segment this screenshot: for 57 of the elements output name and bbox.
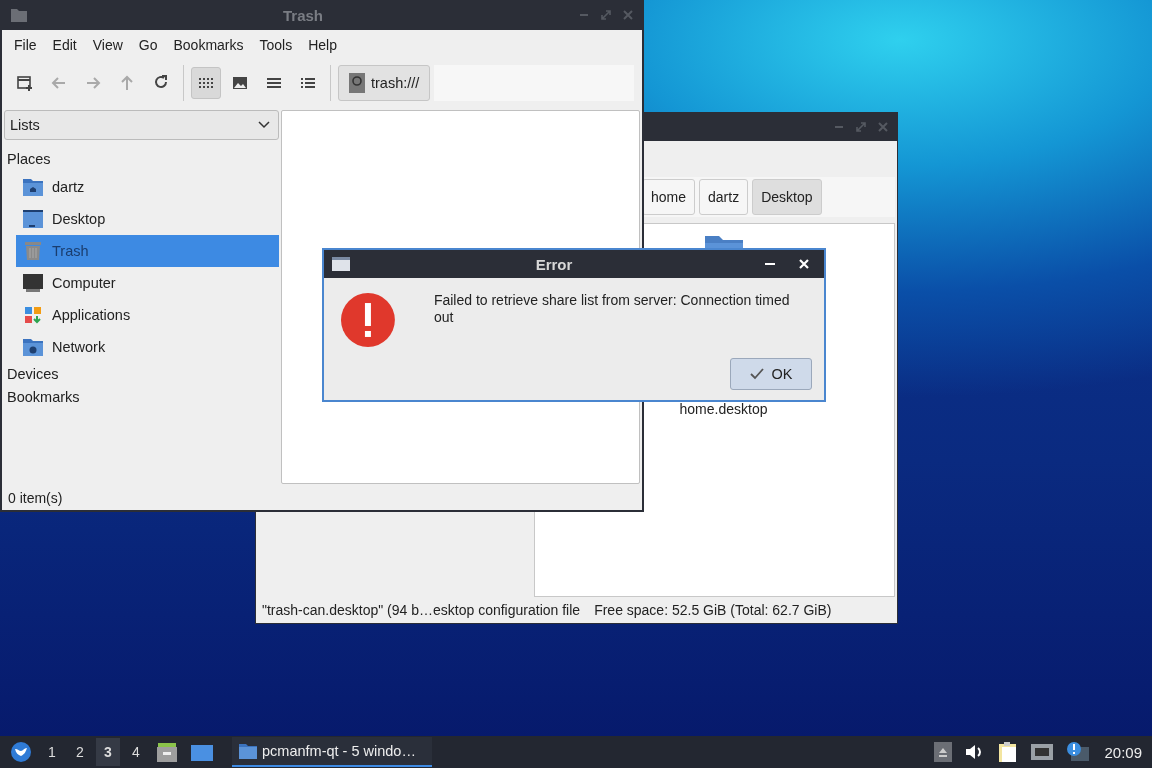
applications-icon — [22, 305, 44, 325]
folder-icon — [238, 742, 258, 760]
place-item[interactable]: Desktop — [16, 203, 279, 235]
error-icon — [340, 292, 396, 348]
path-button[interactable]: Desktop — [752, 179, 822, 215]
path-button[interactable]: dartz — [699, 179, 749, 215]
chevron-down-icon — [258, 121, 270, 129]
trash-icon — [22, 241, 44, 261]
thumbnails-view-icon — [231, 74, 249, 92]
menu-item[interactable]: Go — [130, 37, 166, 53]
menu-item[interactable]: File — [6, 37, 45, 53]
desktop-icon — [22, 209, 44, 229]
section-header[interactable]: Places — [4, 148, 279, 171]
dialog-title: Error — [534, 255, 574, 273]
side-pane-dropdown[interactable]: Lists — [4, 110, 279, 140]
location-icon — [349, 73, 365, 93]
workspace-button[interactable]: 4 — [124, 738, 148, 766]
ok-button[interactable]: OK — [730, 358, 812, 390]
status-text: Free space: 52.5 GiB (Total: 62.7 GiB) — [594, 602, 832, 618]
path-button[interactable]: home — [642, 179, 696, 215]
eject-icon[interactable] — [934, 742, 953, 762]
taskbar-window-button[interactable]: pcmanfm-qt - 5 windo… — [232, 737, 432, 767]
workspace-button[interactable]: 2 — [68, 738, 92, 766]
icons-view-button[interactable] — [191, 67, 221, 99]
new-tab-icon — [16, 74, 34, 92]
window-icon — [332, 257, 350, 271]
menu-item[interactable]: Bookmarks — [165, 37, 252, 53]
error-message: Failed to retrieve share list from server: Connection timed out — [433, 292, 791, 327]
status-text: 0 item(s) — [8, 490, 63, 506]
workspace-button[interactable]: 1 — [40, 738, 64, 766]
file-name[interactable]: home.desktop — [679, 401, 768, 417]
menu-item[interactable]: Tools — [251, 37, 301, 53]
place-item[interactable]: dartz — [16, 171, 279, 203]
clock: 20:09 — [1104, 743, 1142, 761]
folder-icon — [10, 7, 28, 23]
place-item[interactable]: Computer — [16, 267, 279, 299]
computer-icon — [22, 273, 44, 293]
notification-icon[interactable] — [1066, 741, 1091, 763]
location-button[interactable]: trash:/// — [338, 65, 431, 101]
menu-item[interactable]: View — [84, 37, 131, 53]
menu-item[interactable]: Edit — [44, 37, 85, 53]
menu-item[interactable]: Help — [300, 37, 345, 53]
workspace-button[interactable]: 3 — [96, 738, 120, 766]
checkmark-icon — [749, 368, 764, 380]
network-icon — [22, 337, 44, 357]
place-item[interactable]: Network — [16, 331, 279, 363]
section-header[interactable]: Bookmarks — [4, 386, 279, 409]
clipboard-icon[interactable] — [998, 741, 1019, 763]
window-title: Trash — [282, 6, 324, 24]
start-menu-icon[interactable] — [10, 741, 32, 763]
status-text: "trash-can.desktop" (94 b…esktop configuration file — [262, 602, 581, 618]
file-cabinet-icon[interactable] — [156, 741, 178, 763]
home-icon — [22, 177, 44, 197]
section-header[interactable]: Devices — [4, 363, 279, 386]
network-icon[interactable] — [1030, 742, 1055, 762]
desktop-icon[interactable] — [190, 742, 214, 762]
place-item[interactable]: Applications — [16, 299, 279, 331]
